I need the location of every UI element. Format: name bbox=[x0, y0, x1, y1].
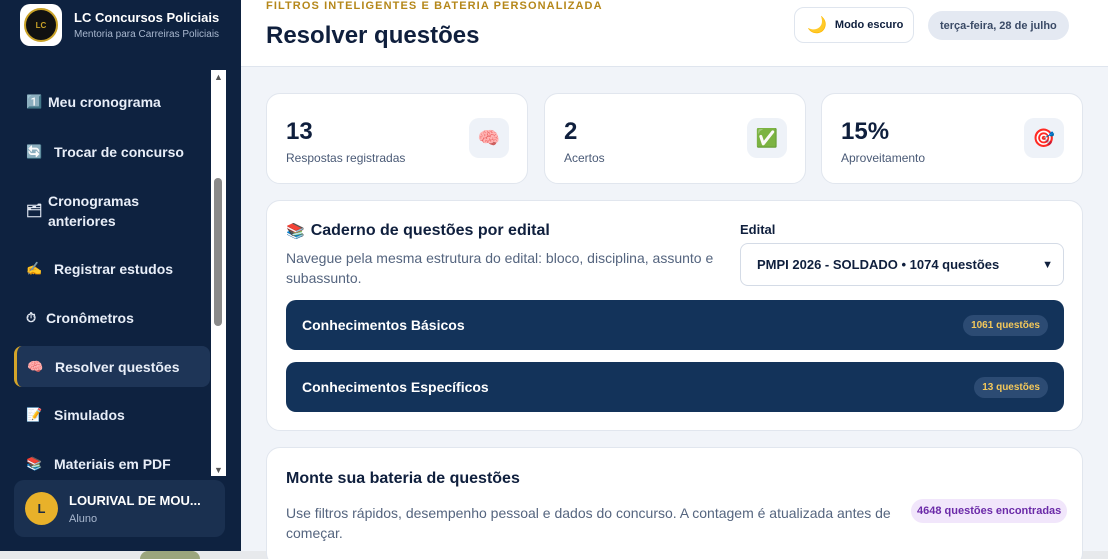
stopwatch-icon: ⏱ bbox=[26, 310, 37, 325]
sidebar-item-trocar-concurso[interactable]: 🔄 Trocar de concurso bbox=[14, 129, 210, 175]
dark-mode-button[interactable]: 🌙 Modo escuro bbox=[794, 7, 914, 43]
date-badge: terça-feira, 28 de julho bbox=[928, 11, 1069, 40]
books-icon: 📚 bbox=[286, 223, 305, 240]
sidebar-item-simulados[interactable]: 📝 Simulados bbox=[14, 393, 210, 437]
block-label: Conhecimentos Específicos bbox=[302, 379, 489, 395]
caderno-description: Navegue pela mesma estrutura do edital: … bbox=[286, 250, 714, 286]
writing-icon: ✍️ bbox=[26, 261, 43, 276]
sidebar-scrollbar[interactable]: ▲ ▼ bbox=[211, 70, 226, 476]
block-count-badge: 1061 questões bbox=[963, 314, 1048, 336]
scroll-down-icon[interactable]: ▼ bbox=[214, 465, 223, 475]
stat-value: 2 bbox=[564, 118, 578, 145]
page-header: FILTROS INTELIGENTES E BATERIA PERSONALI… bbox=[241, 0, 1108, 67]
brand-subtitle: Mentoria para Carreiras Policiais bbox=[74, 29, 220, 40]
sidebar-item-label: Materiais em PDF bbox=[54, 456, 171, 472]
edital-selected-value: PMPI 2026 - SOLDADO • 1074 questões bbox=[757, 257, 1000, 272]
caderno-title-text: Caderno de questões por edital bbox=[310, 222, 550, 239]
sidebar-item-registrar-estudos[interactable]: ✍️ Registrar estudos bbox=[14, 247, 210, 291]
stat-value: 15% bbox=[841, 118, 890, 145]
sidebar-item-cronometros[interactable]: ⏱ Cronômetros bbox=[14, 296, 210, 340]
folder-icon: 🗂 bbox=[26, 203, 43, 218]
avatar: L bbox=[25, 492, 58, 525]
target-icon: 🎯 bbox=[1024, 118, 1064, 158]
sidebar: LC LC Concursos Policiais Mentoria para … bbox=[0, 0, 241, 551]
block-label: Conhecimentos Básicos bbox=[302, 317, 465, 333]
logo-emblem: LC bbox=[24, 8, 58, 42]
stat-label: Aproveitamento bbox=[841, 151, 926, 165]
stat-label: Acertos bbox=[564, 151, 605, 165]
user-name: LOURIVAL DE MOU... bbox=[69, 492, 201, 508]
sidebar-item-cronogramas-anteriores[interactable]: 🗂 Cronogramas anteriores bbox=[14, 178, 210, 244]
logo: LC bbox=[20, 4, 62, 46]
dark-mode-label: Modo escuro bbox=[834, 19, 904, 31]
sidebar-item-label: Meu cronograma bbox=[48, 94, 161, 110]
refresh-icon: 🔄 bbox=[26, 144, 43, 159]
sidebar-item-label: Resolver questões bbox=[55, 358, 180, 375]
caderno-card: 📚 Caderno de questões por edital Navegue… bbox=[266, 200, 1083, 431]
books-icon: 📚 bbox=[26, 456, 43, 471]
bateria-description: Use filtros rápidos, desempenho pessoal … bbox=[286, 505, 891, 541]
user-card[interactable]: L LOURIVAL DE MOU... Aluno bbox=[14, 480, 225, 537]
block-count-badge: 13 questões bbox=[974, 376, 1048, 398]
edital-select[interactable]: PMPI 2026 - SOLDADO • 1074 questões ▼ bbox=[740, 243, 1064, 286]
sidebar-item-label: Cronogramas anteriores bbox=[48, 193, 140, 229]
page-title: Resolver questões bbox=[266, 22, 480, 49]
sidebar-item-label: Cronômetros bbox=[46, 310, 134, 326]
sidebar-item-resolver-questoes[interactable]: 🧠 Resolver questões bbox=[14, 346, 210, 387]
sidebar-nav: 1️⃣ Meu cronograma 🔄 Trocar de concurso … bbox=[14, 80, 210, 486]
bateria-title: Monte sua bateria de questões bbox=[286, 470, 520, 487]
chevron-down-icon: ▼ bbox=[1042, 258, 1053, 271]
page-eyebrow: FILTROS INTELIGENTES E BATERIA PERSONALI… bbox=[266, 0, 603, 12]
sidebar-item-label: Simulados bbox=[54, 407, 125, 423]
stat-card-acertos: 2 Acertos ✅ bbox=[544, 93, 806, 184]
bateria-card: Monte sua bateria de questões Use filtro… bbox=[266, 447, 1083, 559]
scroll-up-icon[interactable]: ▲ bbox=[214, 72, 223, 82]
block-conhecimentos-basicos[interactable]: Conhecimentos Básicos 1061 questões bbox=[286, 300, 1064, 350]
stat-label: Respostas registradas bbox=[286, 151, 406, 165]
plant-decoration bbox=[140, 551, 200, 559]
brand[interactable]: LC LC Concursos Policiais Mentoria para … bbox=[20, 4, 219, 46]
sidebar-item-label: Trocar de concurso bbox=[54, 144, 184, 160]
user-role: Aluno bbox=[69, 512, 98, 525]
stat-card-respostas: 13 Respostas registradas 🧠 bbox=[266, 93, 528, 184]
brain-icon: 🧠 bbox=[27, 358, 44, 374]
block-conhecimentos-especificos[interactable]: Conhecimentos Específicos 13 questões bbox=[286, 362, 1064, 412]
questions-found-badge: 4648 questões encontradas bbox=[911, 499, 1068, 523]
brain-icon: 🧠 bbox=[469, 118, 509, 158]
stat-value: 13 bbox=[286, 118, 313, 145]
stat-card-aproveitamento: 15% Aproveitamento 🎯 bbox=[821, 93, 1083, 184]
sidebar-item-meu-cronograma[interactable]: 1️⃣ Meu cronograma bbox=[14, 80, 210, 124]
edital-label: Edital bbox=[740, 222, 776, 237]
check-icon: ✅ bbox=[747, 118, 787, 158]
scrollbar-thumb[interactable] bbox=[214, 178, 222, 326]
calendar-icon: 1️⃣ bbox=[26, 94, 43, 109]
memo-icon: 📝 bbox=[26, 407, 43, 422]
brand-title: LC Concursos Policiais bbox=[74, 10, 220, 25]
caderno-title: 📚 Caderno de questões por edital bbox=[286, 222, 550, 240]
sidebar-item-label: Registrar estudos bbox=[54, 261, 174, 277]
moon-icon: 🌙 bbox=[807, 17, 827, 34]
